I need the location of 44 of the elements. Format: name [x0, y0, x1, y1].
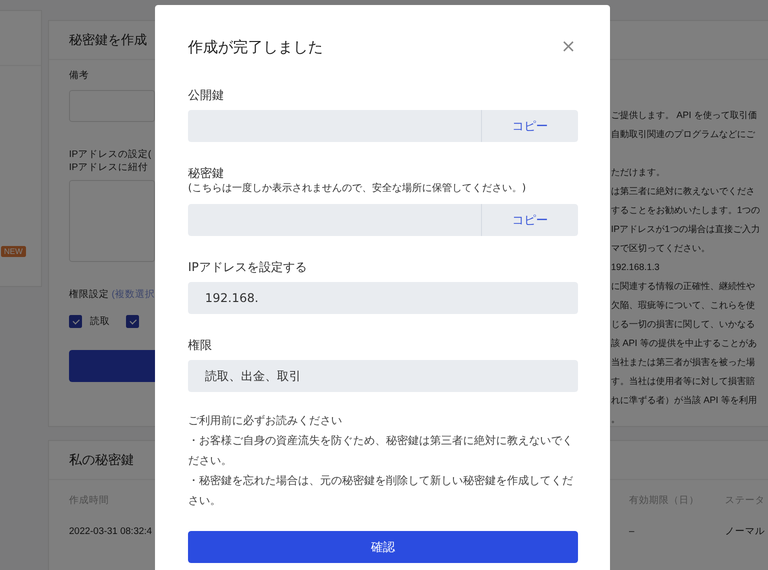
field-label: 備考 [69, 69, 90, 82]
description-text: 。 [611, 413, 621, 426]
dialog-title: 作成が完了しました [188, 38, 323, 56]
description-text: 自動取引関連のプログラムなどにご [611, 128, 756, 141]
description-text: 欠陥、瑕疵等について、これらを使 [611, 299, 756, 312]
field-label: 秘密鍵 [188, 165, 225, 181]
field-label: 権限設定 [69, 289, 109, 300]
text-field[interactable]: 読取、出金、取引 [188, 360, 578, 392]
field-label: 公開鍵 [188, 87, 225, 103]
text-field[interactable]: 192.168. [188, 282, 578, 314]
confirm-button[interactable]: 確認 [188, 531, 578, 563]
description-text: ただけます。 [611, 166, 666, 179]
field-label: IPアドレスに紐付 [69, 161, 149, 174]
field-label: IPアドレスの設定( [69, 148, 152, 161]
description-text: することをお勧めいたします。1つの [611, 204, 762, 217]
description-text: ご提供します。 API を使って取引価 [611, 109, 758, 122]
table-cell-text: ノーマル [725, 524, 765, 538]
field-hint: (複数選択 [112, 289, 155, 300]
description-text: 192.168.1.3 [611, 261, 661, 274]
table-cell-text: 2022-03-31 08:32:4 [69, 524, 152, 538]
checkbox[interactable] [126, 315, 139, 328]
field-label: IPアドレスを設定する [188, 259, 308, 275]
table-cell-text: – [629, 524, 634, 538]
description-text: は第三者に絶対に教えないでくださ [611, 185, 756, 198]
create-button[interactable] [69, 350, 155, 382]
field-label: 権限 [188, 337, 213, 353]
ip-address-field[interactable] [69, 180, 155, 262]
description-text: す。当社は使用者等に対して損害賠 [611, 375, 756, 388]
checkbox[interactable] [69, 315, 82, 328]
new-badge: NEW [1, 246, 26, 257]
checkbox-label: 読取 [90, 315, 110, 328]
description-text: じる一切の損害に関して、いかなる [611, 318, 756, 331]
close-button[interactable]: × [558, 37, 578, 57]
description-text: IPアドレスが1つの場合は直接ご入力 [611, 223, 761, 236]
notice-text: ご利用前に必ずお読みください [188, 413, 343, 429]
notice-text: ・秘密鍵を忘れた場合は、元の秘密鍵を削除して新しい秘密鍵を作成してください。 [188, 473, 574, 509]
description-text: に関連する情報の正確性、継続性や [611, 280, 756, 293]
notice-text: ・お客様ご自身の資産流失を防ぐため、秘密鍵は第三者に絶対に教えないでください。 [188, 433, 574, 469]
description-text: 当社または第三者が損害を被った場 [611, 356, 756, 369]
description-text: 該 API 等の提供を中止することがあ [611, 337, 758, 350]
description-text: れに準ずる者）が当該 API 等を利用 [611, 394, 758, 407]
field-note: (こちらは一度しか表示されませんので、安全な場所に保管してください。) [188, 182, 527, 196]
description-text: マで区切ってください。 [611, 242, 711, 255]
memo-field[interactable] [69, 90, 155, 122]
